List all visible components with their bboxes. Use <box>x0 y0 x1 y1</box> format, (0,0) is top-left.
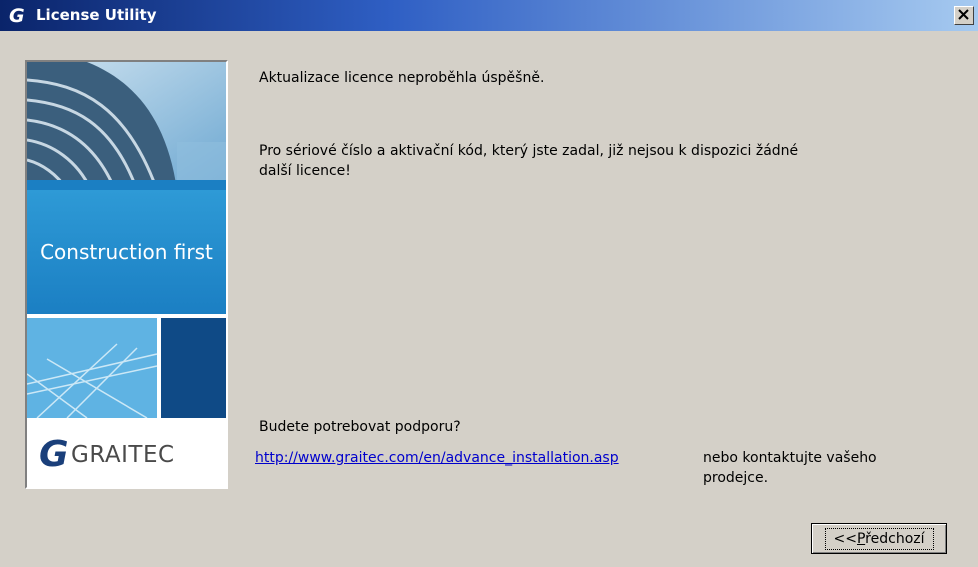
error-title: Aktualizace licence neproběhla úspěšně. <box>259 70 545 86</box>
bridge-image <box>27 314 226 418</box>
back-accel: P <box>856 530 866 547</box>
svg-text:G: G <box>39 434 69 474</box>
tagline: Construction first <box>27 190 226 314</box>
svg-text:G: G <box>9 5 25 25</box>
error-detail-line-1: Pro sériové číslo a aktivační kód, který… <box>259 143 799 159</box>
brand-logo: G GRAITEC <box>27 418 226 487</box>
back-button[interactable]: <<Předchozí <box>811 523 947 554</box>
title-bar[interactable]: G License Utility <box>0 0 978 31</box>
building-image <box>27 62 226 190</box>
support-question: Budete potrebovat podporu? <box>259 419 461 435</box>
back-prefix: << <box>833 530 857 547</box>
window-title: License Utility <box>36 6 157 24</box>
brand-name: GRAITEC <box>71 442 175 468</box>
close-button[interactable] <box>954 6 974 25</box>
brand-panel: Construction first G GRAITEC <box>25 60 228 489</box>
error-detail-line-2: další licence! <box>259 163 351 179</box>
back-label: ředchozí <box>865 530 925 547</box>
contact-text-line-1: nebo kontaktujte vašeho <box>703 450 877 466</box>
support-link[interactable]: http://www.graitec.com/en/advance_instal… <box>255 450 619 466</box>
contact-text-line-2: prodejce. <box>703 470 769 485</box>
close-icon <box>958 9 969 20</box>
graitec-logo-icon: G <box>9 5 25 25</box>
